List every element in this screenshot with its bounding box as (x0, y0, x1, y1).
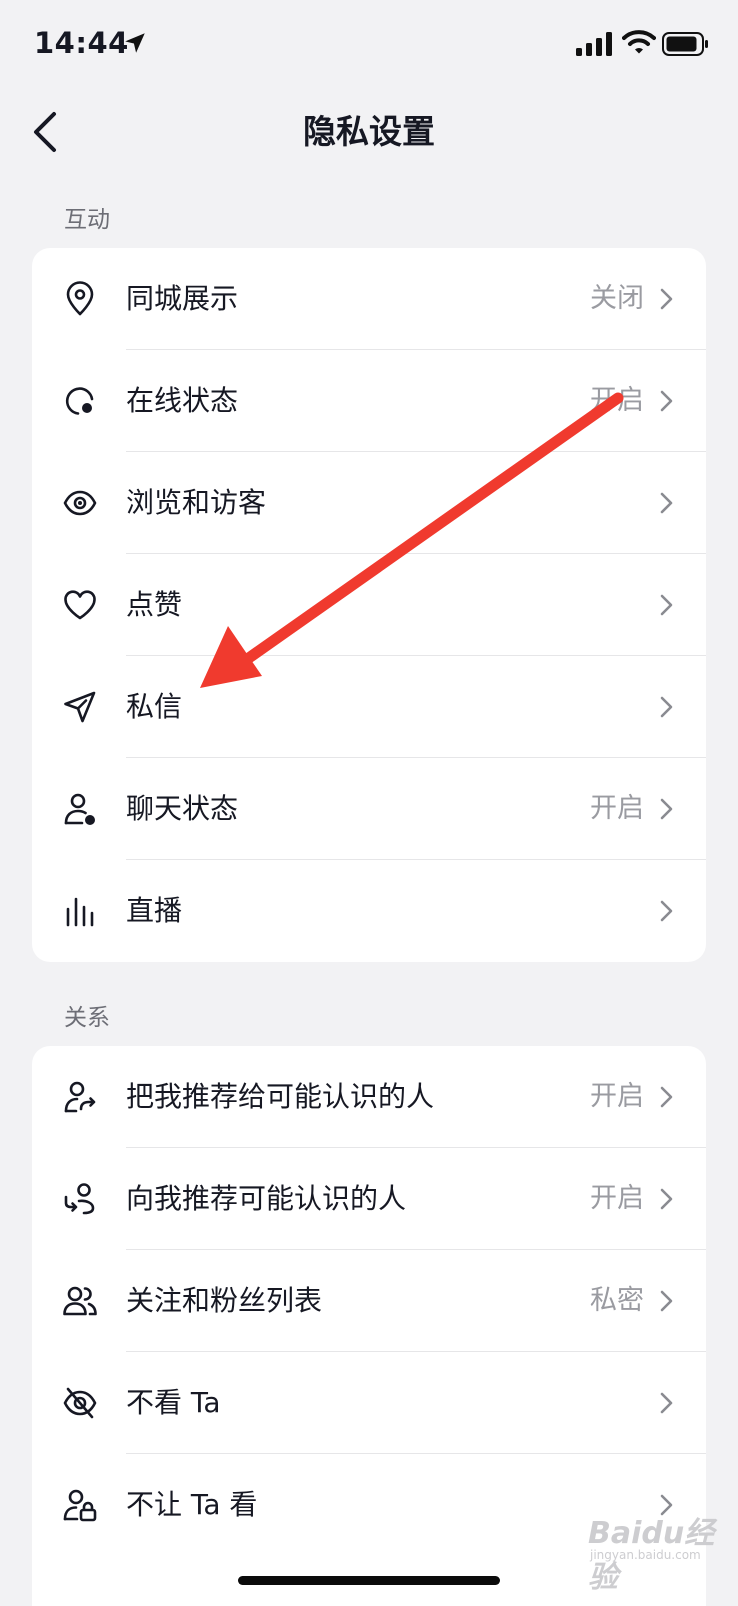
watermark: Baidu经验 jingyan.baidu.com (588, 1508, 738, 1596)
row-label: 关注和粉丝列表 (126, 1284, 323, 1317)
user-status-icon (64, 793, 95, 825)
chevron-right-icon (660, 288, 673, 310)
setting-row-chat-status[interactable]: 聊天状态 开启 (32, 758, 706, 860)
setting-row-views-visitors[interactable]: 浏览和访客 (32, 452, 706, 554)
row-value: 开启 (590, 1081, 644, 1112)
setting-row-likes[interactable]: 点赞 (32, 554, 706, 656)
row-label: 向我推荐可能认识的人 (126, 1182, 407, 1215)
row-value: 开启 (590, 1183, 644, 1214)
wifi-icon (622, 30, 656, 54)
chevron-right-icon (660, 900, 673, 922)
row-label: 同城展示 (126, 282, 239, 315)
section-label-interaction: 互动 (64, 207, 110, 233)
row-label: 不看 Ta (126, 1386, 221, 1419)
users-icon (63, 1286, 97, 1316)
row-label: 浏览和访客 (126, 486, 267, 519)
chevron-right-icon (660, 1086, 673, 1108)
setting-row-direct-messages[interactable]: 私信 (32, 656, 706, 758)
user-share-icon (64, 1081, 96, 1113)
setting-row-hide-their-posts[interactable]: 不看 Ta (32, 1352, 706, 1454)
row-value: 关闭 (590, 283, 644, 314)
battery-icon (662, 32, 708, 56)
location-arrow-icon (125, 33, 145, 53)
watermark-url: jingyan.baidu.com (590, 1548, 701, 1562)
setting-row-online-status[interactable]: 在线状态 开启 (32, 350, 706, 452)
row-value: 私密 (590, 1285, 644, 1316)
paper-plane-icon (64, 691, 96, 723)
eye-icon (63, 490, 97, 516)
row-label: 聊天状态 (126, 792, 239, 825)
chevron-right-icon (660, 696, 673, 718)
row-label: 把我推荐给可能认识的人 (126, 1080, 435, 1113)
row-label: 私信 (126, 690, 183, 723)
chevron-right-icon (660, 492, 673, 514)
row-label: 直播 (126, 894, 183, 927)
online-status-icon (65, 387, 94, 415)
chevron-right-icon (660, 390, 673, 412)
row-value: 开启 (590, 385, 644, 416)
interaction-settings-card: 同城展示 关闭 在线状态 开启 浏览和访客 点赞 私信 聊天状态 开启 直播 (32, 248, 706, 962)
chevron-right-icon (660, 1290, 673, 1312)
user-lock-icon (63, 1489, 97, 1522)
row-label: 在线状态 (126, 384, 239, 417)
chevron-right-icon (660, 1188, 673, 1210)
heart-icon (64, 590, 96, 620)
setting-row-follow-fans-list[interactable]: 关注和粉丝列表 私密 (32, 1250, 706, 1352)
nav-bar: 隐私设置 (0, 92, 738, 172)
row-value: 开启 (590, 793, 644, 824)
setting-row-recommend-me[interactable]: 把我推荐给可能认识的人 开启 (32, 1046, 706, 1148)
chevron-right-icon (660, 798, 673, 820)
status-bar: 14:44 (0, 0, 738, 92)
section-label-relationship: 关系 (64, 1005, 110, 1031)
row-label: 点赞 (126, 588, 183, 621)
cellular-signal-icon (576, 32, 612, 56)
page-title: 隐私设置 (303, 112, 435, 151)
row-label: 不让 Ta 看 (126, 1488, 258, 1521)
setting-row-nearby-display[interactable]: 同城展示 关闭 (32, 248, 706, 350)
status-time: 14:44 (34, 26, 129, 60)
setting-row-live[interactable]: 直播 (32, 860, 706, 962)
eye-off-icon (63, 1387, 97, 1419)
chevron-right-icon (660, 594, 673, 616)
location-pin-icon (66, 281, 94, 316)
chevron-right-icon (660, 1392, 673, 1414)
setting-row-recommend-to-me[interactable]: 向我推荐可能认识的人 开启 (32, 1148, 706, 1250)
bars-icon (66, 897, 94, 927)
home-indicator (238, 1576, 500, 1585)
user-recommend-icon (64, 1183, 95, 1215)
